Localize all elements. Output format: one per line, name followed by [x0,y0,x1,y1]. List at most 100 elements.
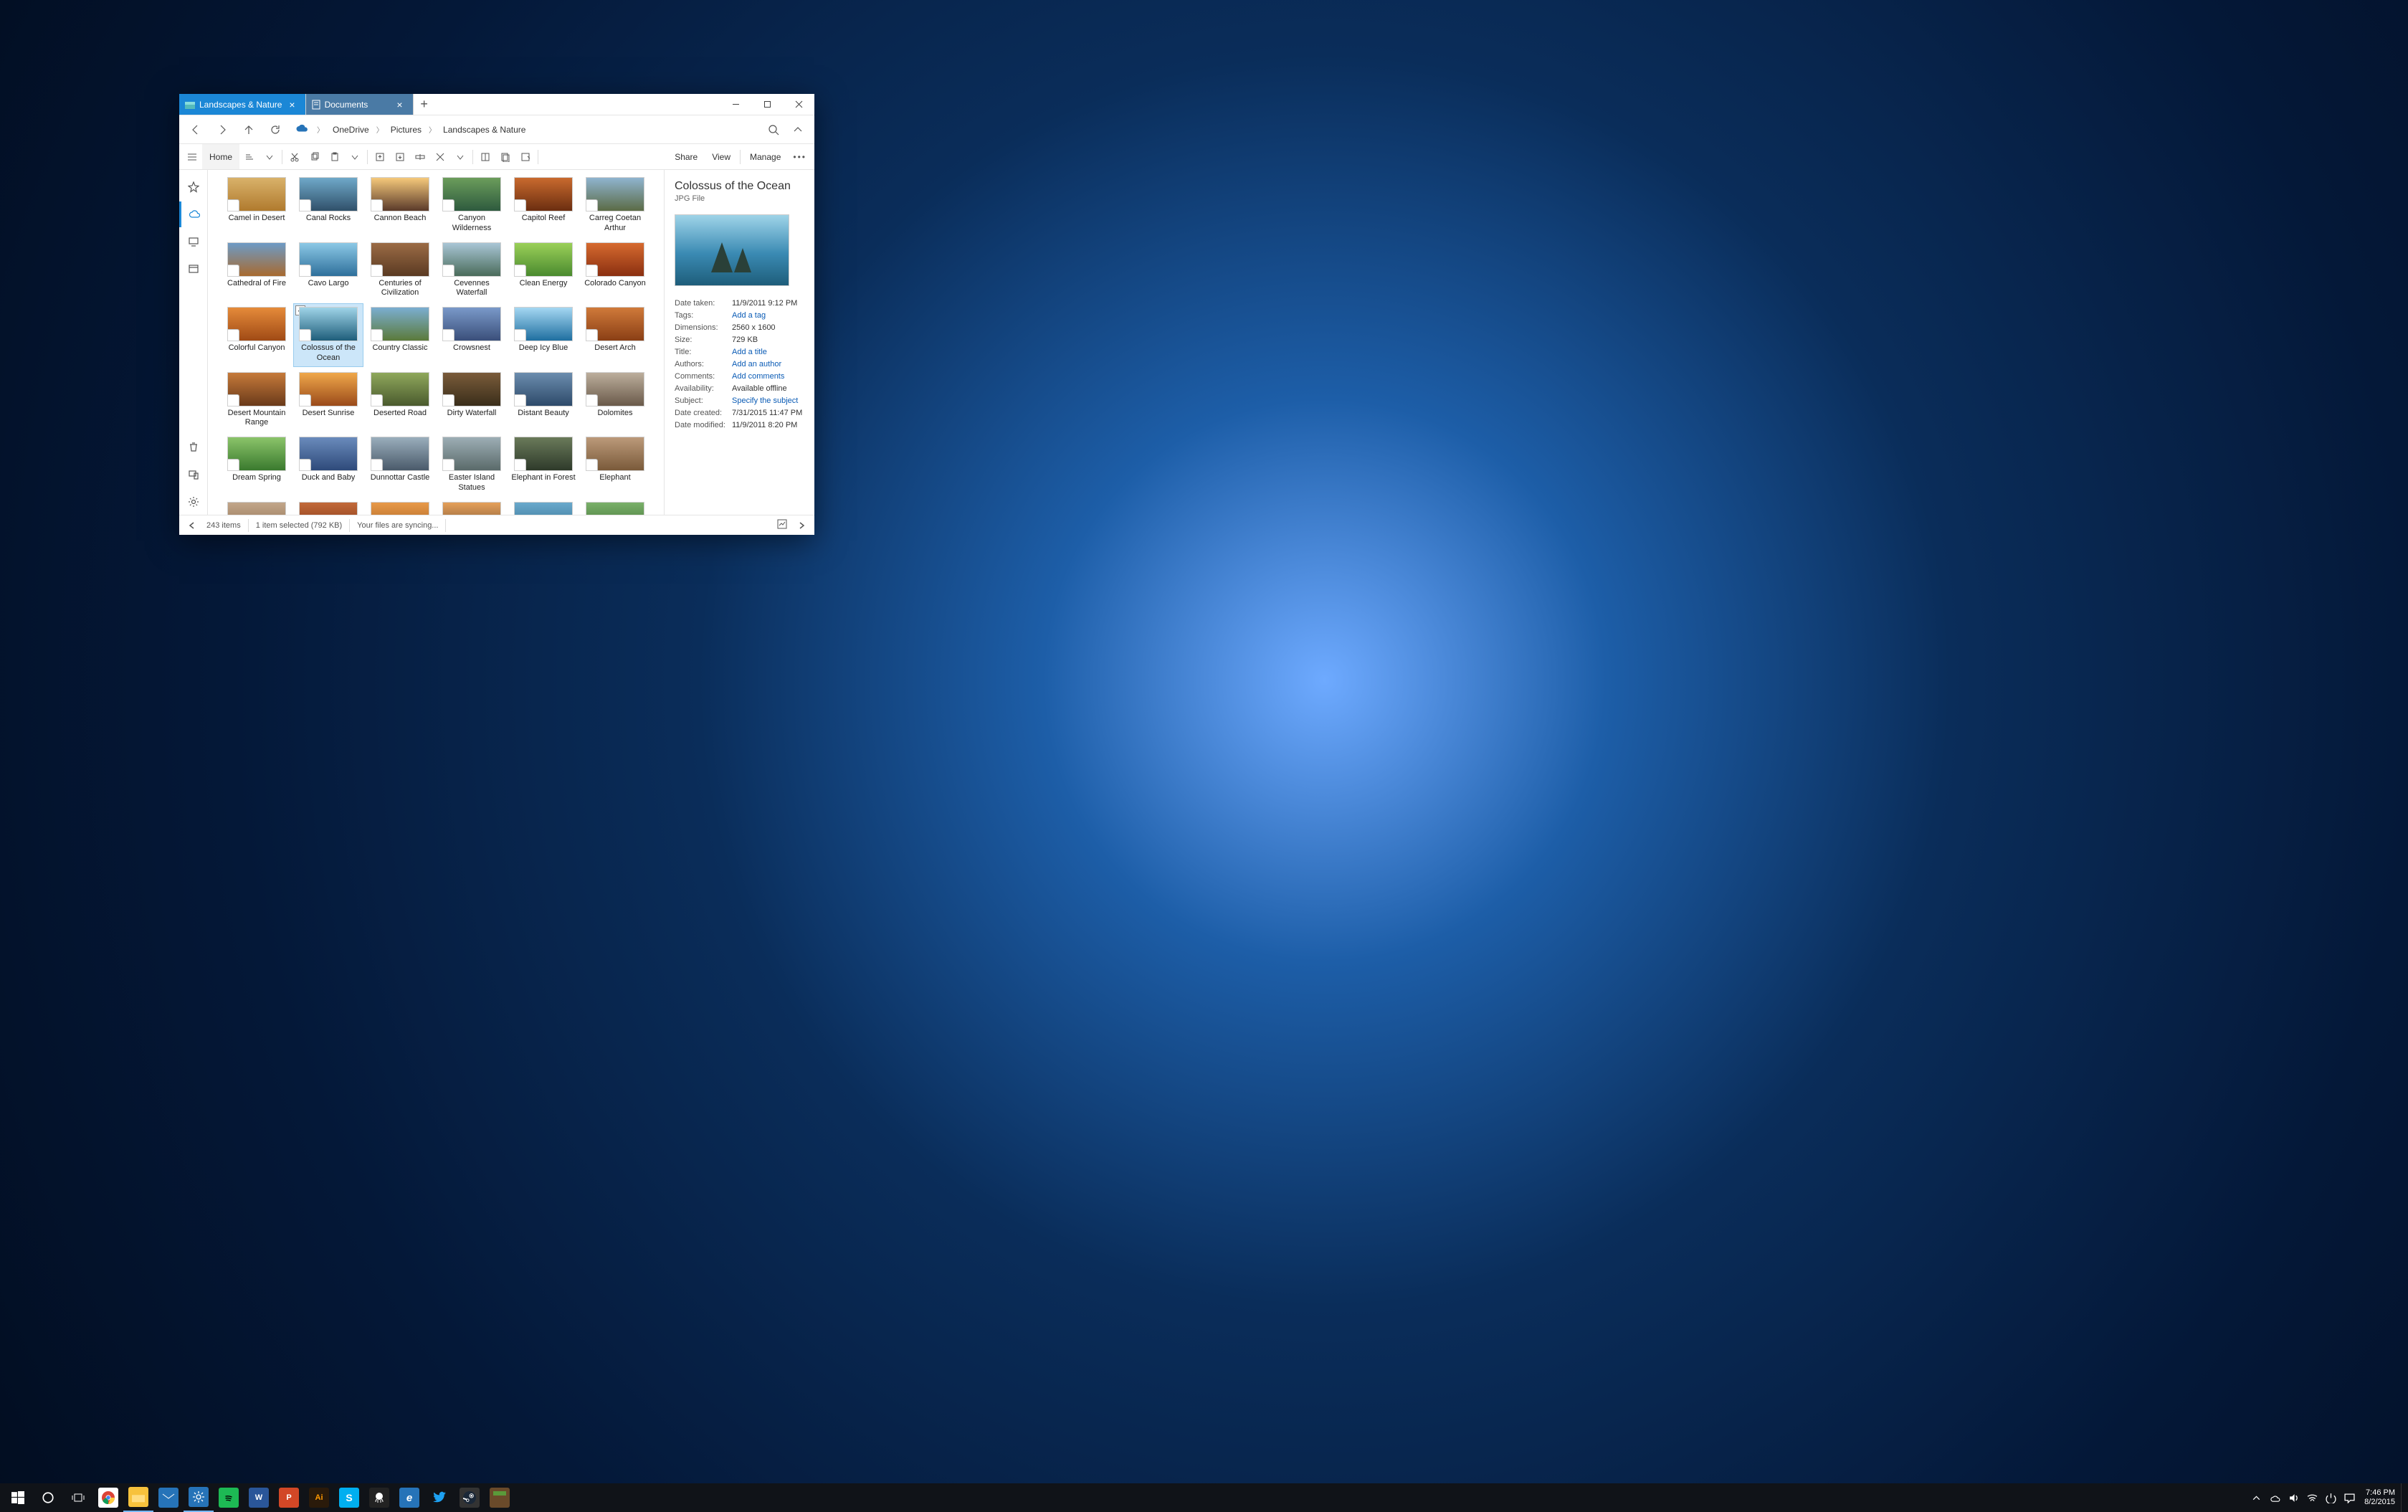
view-details-button[interactable] [777,519,787,531]
manage-tab[interactable]: Manage [743,144,788,169]
libraries-rail[interactable] [179,256,208,282]
home-tab[interactable]: Home [202,144,239,169]
new-folder-button[interactable] [475,144,495,169]
file-item[interactable]: ✓Elephant [581,434,649,496]
tab[interactable]: Documents× [306,94,414,115]
properties-button[interactable] [515,144,536,169]
file-item[interactable]: ✓Dunnottar Castle [366,434,434,496]
show-desktop-button[interactable] [2401,1483,2405,1512]
breadcrumb[interactable]: 〉 OneDrive〉Pictures〉Landscapes & Nature [295,124,525,135]
status-prev[interactable] [185,522,199,529]
file-item[interactable]: ✓Colorado Canyon [581,239,649,302]
file-item[interactable]: ✓Desert Arch [581,304,649,366]
file-item[interactable]: ✓Duck and Baby [294,434,363,496]
file-item[interactable]: ✓Canal Rocks [294,174,363,237]
file-item[interactable]: ✓Dream Spring [222,434,291,496]
maximize-button[interactable] [751,94,783,115]
taskbar-app-edge[interactable]: e [394,1483,424,1512]
delete-dropdown[interactable] [450,144,470,169]
forward-button[interactable] [210,118,234,142]
tray-wifi-icon[interactable] [2303,1483,2321,1512]
file-item[interactable]: ✓Desert Sunrise [294,369,363,432]
meta-value[interactable]: Add comments [732,372,804,381]
ribbon-toggle-button[interactable] [786,118,810,142]
file-item[interactable]: ✓Capitol Reef [509,174,578,237]
taskbar-app-settings[interactable] [184,1483,214,1512]
file-item[interactable]: ✓Centuries of Civilization [366,239,434,302]
new-item-button[interactable] [495,144,515,169]
tray-overflow[interactable] [2247,1483,2265,1512]
taskbar-app-illustrator[interactable]: Ai [304,1483,334,1512]
breadcrumb-segment[interactable]: Pictures [391,125,422,135]
cut-button[interactable] [285,144,305,169]
sort-dropdown[interactable] [260,144,280,169]
file-item[interactable]: ✓Cavo Largo [294,239,363,302]
tray-power-icon[interactable] [2321,1483,2340,1512]
breadcrumb-segment[interactable]: Landscapes & Nature [443,125,525,135]
file-item[interactable]: ✓Distant Beauty [509,369,578,432]
settings-rail[interactable] [179,489,208,515]
delete-button[interactable] [430,144,450,169]
clock[interactable]: 7:46 PM 8/2/2015 [2359,1488,2401,1507]
file-item[interactable]: ✓Cevennes Waterfall [437,239,506,302]
tray-notifications-icon[interactable] [2340,1483,2359,1512]
rename-button[interactable] [410,144,430,169]
share-tab[interactable]: Share [667,144,705,169]
taskview-button[interactable] [63,1483,93,1512]
onedrive-rail[interactable] [179,201,208,227]
file-item[interactable]: ✓Colossus of the Ocean [294,304,363,366]
breadcrumb-segment[interactable]: OneDrive [333,125,369,135]
status-next[interactable] [794,522,809,529]
copy-to-button[interactable] [390,144,410,169]
file-item[interactable]: ✓Easter Island Statues [437,434,506,496]
recycle-bin-rail[interactable] [179,434,208,460]
sort-button[interactable] [239,144,260,169]
taskbar-app-explorer[interactable] [123,1483,153,1512]
taskbar-app-word[interactable]: W [244,1483,274,1512]
file-item[interactable]: ✓Camel in Desert [222,174,291,237]
file-item[interactable]: ✓Country Classic [366,304,434,366]
search-button[interactable] [761,118,786,142]
taskbar-app-github[interactable] [364,1483,394,1512]
paste-dropdown[interactable] [345,144,365,169]
start-button[interactable] [3,1483,33,1512]
refresh-button[interactable] [263,118,287,142]
minimize-button[interactable] [720,94,751,115]
file-item[interactable]: ✓Crowsnest [437,304,506,366]
file-item[interactable]: ✓Colorful Canyon [222,304,291,366]
tab[interactable]: Landscapes & Nature× [179,94,306,115]
tab-close[interactable]: × [286,98,298,111]
new-tab-button[interactable]: + [414,94,435,115]
file-item[interactable]: ✓Flowers in Forest [581,499,649,515]
meta-value[interactable]: Add a tag [732,311,804,320]
file-item[interactable]: ✓Deserted Road [366,369,434,432]
file-item[interactable]: ✓Dolomites [581,369,649,432]
taskbar-app-powerpoint[interactable]: P [274,1483,304,1512]
file-item[interactable]: ✓Cathedral of Fire [222,239,291,302]
file-grid[interactable]: ✓Camel in Desert✓Canal Rocks✓Cannon Beac… [208,170,664,515]
file-item[interactable]: ✓Final14 [437,499,506,515]
file-item[interactable]: ✓Deep Icy Blue [509,304,578,366]
view-tab[interactable]: View [705,144,738,169]
file-item[interactable]: ✓Desert Mountain Range [222,369,291,432]
file-item[interactable]: ✓Elephant in Forest [509,434,578,496]
tray-volume-icon[interactable] [2284,1483,2303,1512]
file-item[interactable]: ✓Expansive Cliff [294,499,363,515]
file-item[interactable]: ✓Carreg Coetan Arthur [581,174,649,237]
file-item[interactable]: ✓Canyon Wilderness [437,174,506,237]
file-item[interactable]: ✓Cannon Beach [366,174,434,237]
file-item[interactable]: ✓Eurasian Red [222,499,291,515]
cortana-button[interactable] [33,1483,63,1512]
up-button[interactable] [237,118,261,142]
menu-button[interactable] [182,144,202,169]
taskbar-app-twitter[interactable] [424,1483,455,1512]
meta-value[interactable]: Add an author [732,360,804,369]
file-item[interactable]: ✓Dirty Waterfall [437,369,506,432]
this-pc-rail[interactable] [179,229,208,255]
meta-value[interactable]: Specify the subject [732,396,804,405]
taskbar-app-spotify[interactable] [214,1483,244,1512]
tray-onedrive-icon[interactable] [2265,1483,2284,1512]
file-item[interactable]: ✓Floating Away [509,499,578,515]
taskbar-app-skype[interactable]: S [334,1483,364,1512]
file-item[interactable]: ✓Farming Gate [366,499,434,515]
